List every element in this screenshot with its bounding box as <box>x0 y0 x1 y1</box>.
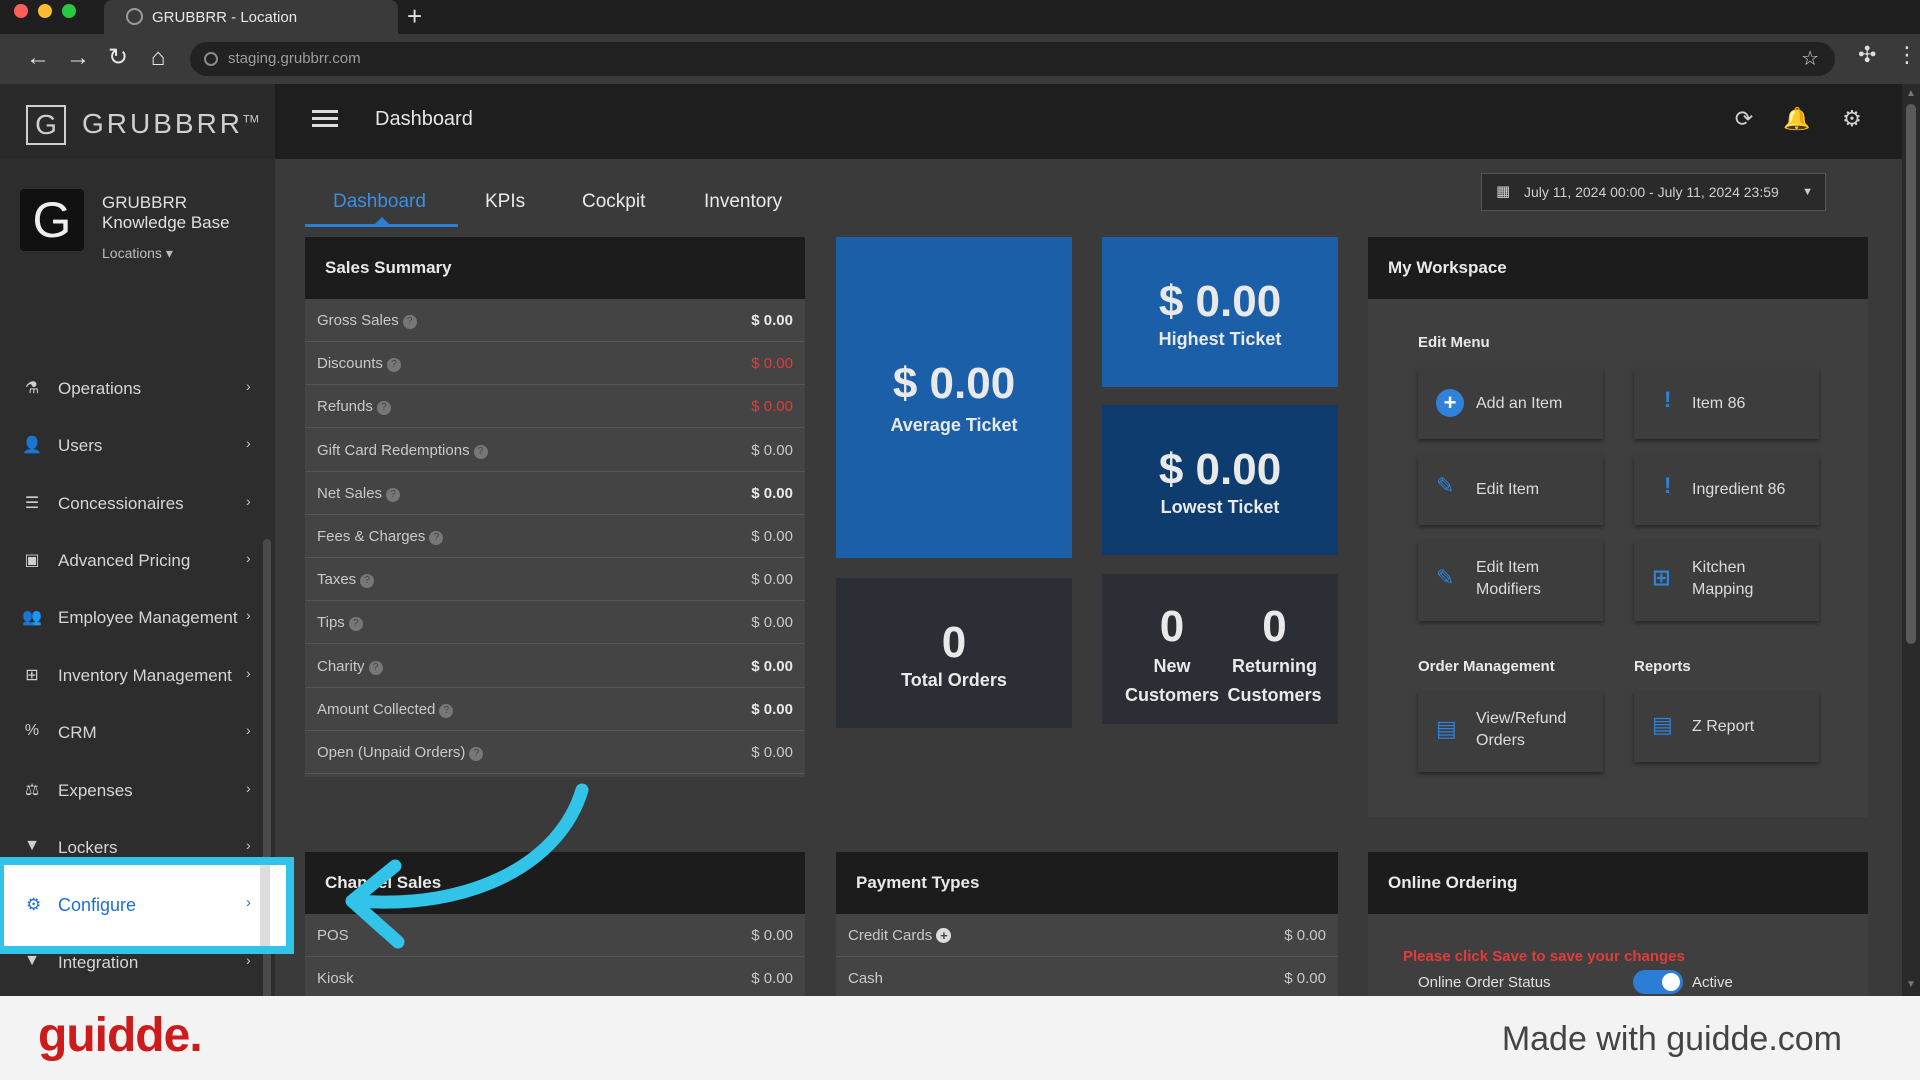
extensions-icon[interactable]: ✣ <box>1858 42 1876 68</box>
maximize-window-button[interactable] <box>62 4 76 18</box>
globe-icon <box>126 8 143 25</box>
home-icon[interactable]: ⌂ <box>142 42 174 74</box>
url-text: staging.grubbrr.com <box>228 50 361 67</box>
bookmark-star-icon[interactable]: ☆ <box>1801 42 1819 76</box>
forward-icon[interactable]: → <box>62 42 94 74</box>
made-with-text: Made with guidde.com <box>1501 1020 1842 1058</box>
guidde-logo: guidde. <box>38 1009 203 1062</box>
address-bar[interactable]: staging.grubbrr.com ☆ <box>190 42 1835 76</box>
browser-tab-title: GRUBBRR - Location <box>152 8 298 26</box>
browser-tab-bar: GRUBBRR - Location + <box>0 0 1920 34</box>
browser-toolbar: ← → ↻ ⌂ staging.grubbrr.com ☆ ✣ ⋮ <box>0 34 1920 84</box>
back-icon[interactable]: ← <box>22 42 54 74</box>
annotation-arrow <box>345 783 589 949</box>
browser-tab[interactable]: GRUBBRR - Location <box>104 0 398 34</box>
app-window: G GRUBBRRTM Dashboard ⟳ 🔔 ⚙ ▲ ▼ G GRUBBR… <box>0 84 1920 996</box>
new-tab-button[interactable]: + <box>407 2 422 30</box>
browser-menu-icon[interactable]: ⋮ <box>1896 42 1918 68</box>
close-window-button[interactable] <box>14 4 28 18</box>
minimize-window-button[interactable] <box>38 4 52 18</box>
reload-icon[interactable]: ↻ <box>102 42 134 74</box>
site-info-icon[interactable] <box>204 52 218 66</box>
guidde-footer: guidde. Made with guidde.com <box>0 996 1920 1080</box>
